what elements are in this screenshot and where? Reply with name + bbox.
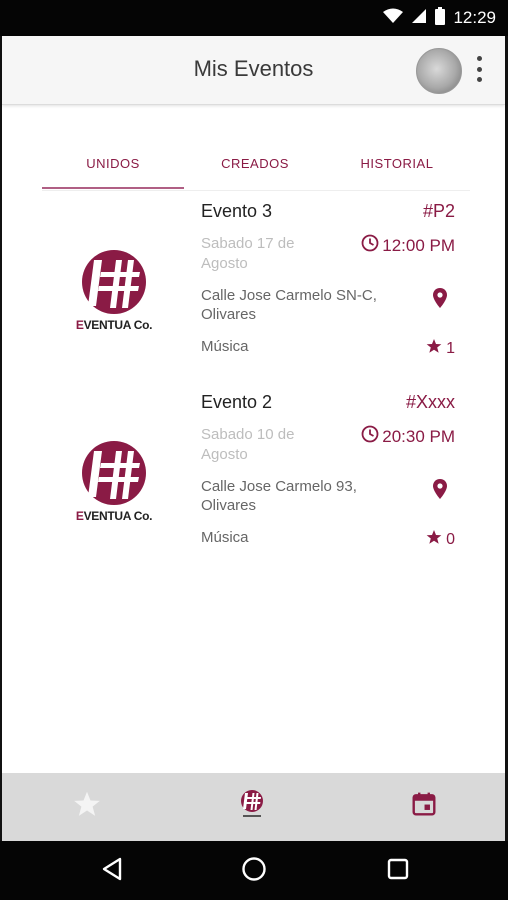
system-navigation-bar — [0, 841, 508, 900]
recent-apps-button[interactable] — [384, 857, 412, 885]
event-code: #P2 — [422, 201, 455, 221]
event-logo: EVENTUA Co. — [66, 439, 162, 535]
nav-calendar-button[interactable] — [407, 789, 441, 823]
battery-icon — [435, 6, 446, 30]
event-time: 20:30 PM — [382, 426, 455, 446]
clock-icon — [361, 234, 379, 257]
active-tab-indicator — [42, 187, 184, 189]
event-date: Sabado 10 de Agosto — [201, 426, 295, 463]
event-time-group: 20:30 PM — [361, 425, 455, 448]
event-title: Evento 2 — [201, 392, 273, 412]
event-code: #Xxxx — [405, 392, 455, 412]
event-date: Sabado 17 de Agosto — [201, 235, 295, 272]
event-address: Calle Jose Carmelo 93, Olivares — [201, 478, 357, 514]
avatar[interactable] — [416, 48, 462, 94]
logo-wordmark: EVENTUA Co. — [75, 318, 153, 332]
app-bar: Mis Eventos — [2, 36, 505, 105]
location-pin-icon[interactable] — [433, 288, 447, 313]
star-icon — [426, 338, 442, 359]
status-icons: 12:29 — [383, 6, 496, 30]
logo-wordmark: EVENTUA Co. — [75, 509, 153, 523]
signal-icon — [411, 8, 427, 29]
event-logo: EVENTUA Co. — [66, 248, 162, 344]
nav-home-button[interactable] — [235, 789, 269, 823]
event-category: Música — [201, 338, 249, 355]
rating-count: 0 — [446, 530, 455, 548]
event-rating: 0 — [426, 529, 455, 550]
tab-bar: UNIDOS CREADOS HISTORIAL — [42, 146, 470, 191]
tab-unidos[interactable]: UNIDOS — [42, 156, 184, 171]
home-button[interactable] — [240, 856, 268, 887]
back-button[interactable] — [98, 857, 126, 885]
eventua-logo-icon — [236, 788, 268, 825]
more-options-icon[interactable] — [470, 54, 488, 84]
tab-creados[interactable]: CREADOS — [184, 156, 326, 171]
tab-historial[interactable]: HISTORIAL — [326, 156, 468, 171]
status-time: 12:29 — [453, 8, 496, 27]
event-time-group: 12:00 PM — [361, 234, 455, 257]
event-time: 12:00 PM — [382, 235, 455, 255]
status-bar: 12:29 — [0, 0, 508, 36]
back-triangle-icon — [101, 857, 123, 886]
event-category: Música — [201, 529, 249, 546]
nav-favorites-button[interactable] — [70, 789, 104, 823]
home-circle-icon — [241, 856, 267, 887]
star-icon — [426, 529, 442, 550]
event-card[interactable]: EVENTUA Co. Evento 2 #Xxxx Sabado 10 de … — [2, 389, 505, 569]
location-pin-icon[interactable] — [433, 479, 447, 504]
wifi-icon — [383, 8, 404, 29]
event-address: Calle Jose Carmelo SN-C, Olivares — [201, 287, 377, 323]
event-rating: 1 — [426, 338, 455, 359]
eventua-logo-icon — [82, 441, 146, 505]
clock-icon — [361, 425, 379, 448]
recent-square-icon — [387, 858, 409, 885]
event-card[interactable]: EVENTUA Co. Evento 3 #P2 Sabado 17 de Ag… — [2, 198, 505, 378]
bottom-navigation — [2, 773, 505, 841]
event-title: Evento 3 — [201, 201, 273, 221]
rating-count: 1 — [446, 339, 455, 357]
calendar-icon — [411, 791, 437, 822]
eventua-logo-icon — [82, 250, 146, 314]
star-icon — [73, 790, 101, 823]
